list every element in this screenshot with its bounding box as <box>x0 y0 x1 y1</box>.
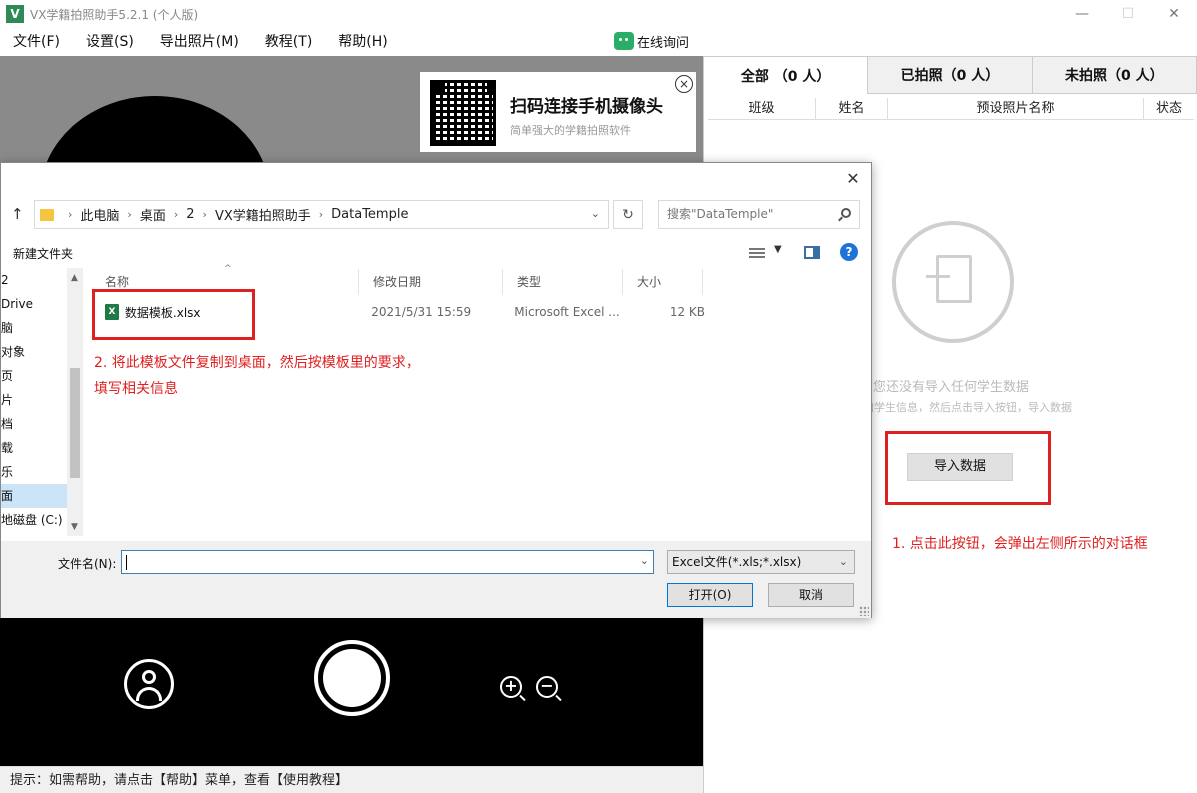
qr-code-icon <box>430 80 496 146</box>
banner-title: 扫码连接手机摄像头 <box>510 97 663 117</box>
banner-close-icon[interactable]: × <box>675 75 693 93</box>
highlight-box-file <box>92 289 255 340</box>
qr-connect-banner[interactable]: 扫码连接手机摄像头 简单强大的学籍拍照软件 × <box>420 72 696 152</box>
user-icon[interactable] <box>124 659 174 709</box>
col-status[interactable]: 状态 <box>1144 98 1194 119</box>
file-type-filter[interactable]: Excel文件(*.xls;*.xlsx) ⌄ <box>667 550 855 574</box>
close-button[interactable]: ✕ <box>1151 0 1197 28</box>
nav-scrollbar[interactable]: ▲ ▼ <box>67 268 82 536</box>
new-folder-button[interactable]: 新建文件夹 <box>13 245 73 262</box>
wechat-icon <box>614 32 634 50</box>
search-icon <box>841 208 851 218</box>
tab-photographed[interactable]: 已拍照（0 人） <box>868 56 1033 94</box>
breadcrumb-desktop[interactable]: 桌面 <box>140 205 166 224</box>
help-icon[interactable]: ? <box>840 243 858 261</box>
col-modified[interactable]: 修改日期 <box>359 269 503 295</box>
navigation-pane: 2 Drive 脑 对象 页 片 档 载 乐 面 地磁盘 (C:) ▲ ▼ <box>1 268 83 536</box>
col-name[interactable]: 姓名 <box>816 98 888 119</box>
shutter-button[interactable] <box>314 640 390 716</box>
breadcrumb-2[interactable]: 2 <box>186 207 194 222</box>
open-button[interactable]: 打开(O) <box>667 583 753 607</box>
file-size: 12 KB <box>669 305 705 319</box>
menu-bar: 文件(F) 设置(S) 导出照片(M) 教程(T) 帮助(H) <box>0 28 1197 56</box>
col-preset-photo-name[interactable]: 预设照片名称 <box>888 98 1144 119</box>
tab-all[interactable]: 全部 （0 人） <box>704 56 869 94</box>
file-modified: 2021/5/31 15:59 <box>371 305 472 319</box>
online-consult-link[interactable]: 在线询问 <box>614 30 689 52</box>
refresh-icon[interactable]: ↻ <box>613 200 643 229</box>
col-type[interactable]: 类型 <box>503 269 623 295</box>
menu-tutorial[interactable]: 教程(T) <box>252 28 325 56</box>
maximize-button[interactable]: ☐ <box>1105 0 1151 28</box>
chevron-down-icon: ⌄ <box>838 555 848 568</box>
banner-subtitle: 简单强大的学籍拍照软件 <box>510 124 631 137</box>
minimize-button[interactable]: — <box>1059 0 1105 28</box>
view-options-icon[interactable] <box>749 246 765 258</box>
address-dropdown-icon[interactable]: ⌄ <box>591 207 600 220</box>
breadcrumb-datatemple[interactable]: DataTemple <box>331 207 408 222</box>
menu-export-photos[interactable]: 导出照片(M) <box>147 28 252 56</box>
menu-file[interactable]: 文件(F) <box>0 28 73 56</box>
app-title-bar: V VX学籍拍照助手5.2.1 (个人版) — ☐ ✕ <box>0 0 1197 28</box>
file-type: Microsoft Excel ... <box>514 305 620 319</box>
annotation-note-1: 1. 点击此按钮，会弹出左侧所示的对话框 <box>892 536 1148 552</box>
up-folder-icon[interactable]: ↑ <box>11 205 24 223</box>
tab-not-photographed[interactable]: 未拍照（0 人） <box>1032 56 1197 94</box>
filename-input[interactable]: ⌄ <box>121 550 654 574</box>
col-class[interactable]: 班级 <box>708 98 816 119</box>
breadcrumb-app-folder[interactable]: VX学籍拍照助手 <box>215 205 311 224</box>
zoom-in-icon[interactable]: + <box>500 676 522 698</box>
resize-grip-icon[interactable] <box>859 606 869 616</box>
preview-pane-icon[interactable] <box>804 246 820 259</box>
camera-controls: + − <box>0 618 703 766</box>
annotation-note-2: 2. 将此模板文件复制到桌面，然后按模板里的要求，填写相关信息 <box>94 355 420 397</box>
online-consult-label: 在线询问 <box>637 35 690 51</box>
import-data-button[interactable]: 导入数据 <box>907 453 1013 481</box>
file-open-dialog: ✕ ↑ › 此电脑 › 桌面 › 2 › VX学籍拍照助手 › DataTemp… <box>0 162 872 618</box>
folder-icon <box>40 208 54 221</box>
menu-settings[interactable]: 设置(S) <box>73 28 147 56</box>
cancel-button[interactable]: 取消 <box>768 583 854 607</box>
zoom-out-icon[interactable]: − <box>536 676 558 698</box>
window-controls: — ☐ ✕ <box>1059 0 1197 28</box>
col-size[interactable]: 大小 <box>623 269 703 295</box>
address-bar[interactable]: › 此电脑 › 桌面 › 2 › VX学籍拍照助手 › DataTemple ⌄ <box>34 200 609 229</box>
filename-label: 文件名(N): <box>58 557 117 571</box>
app-logo-icon: V <box>6 5 24 23</box>
view-dropdown-icon[interactable]: ▼ <box>774 244 782 255</box>
filename-dropdown-icon[interactable]: ⌄ <box>640 554 649 567</box>
dialog-footer: 文件名(N): ⌄ Excel文件(*.xls;*.xlsx) ⌄ 打开(O) … <box>1 541 871 618</box>
import-file-icon <box>892 221 1014 343</box>
breadcrumb-this-pc[interactable]: 此电脑 <box>80 205 119 224</box>
status-bar: 提示：如需帮助，请点击【帮助】菜单，查看【使用教程】 <box>0 766 703 793</box>
menu-help[interactable]: 帮助(H) <box>325 28 400 56</box>
app-title: VX学籍拍照助手5.2.1 (个人版) <box>30 7 199 22</box>
dialog-close-icon[interactable]: ✕ <box>843 169 863 189</box>
student-table-header: 班级 姓名 预设照片名称 状态 <box>708 98 1194 120</box>
student-tabs: 全部 （0 人） 已拍照（0 人） 未拍照（0 人） <box>704 56 1197 94</box>
dialog-toolbar: 新建文件夹 ▼ ? <box>1 237 871 267</box>
file-type-filter-value: Excel文件(*.xls;*.xlsx) <box>672 555 802 569</box>
